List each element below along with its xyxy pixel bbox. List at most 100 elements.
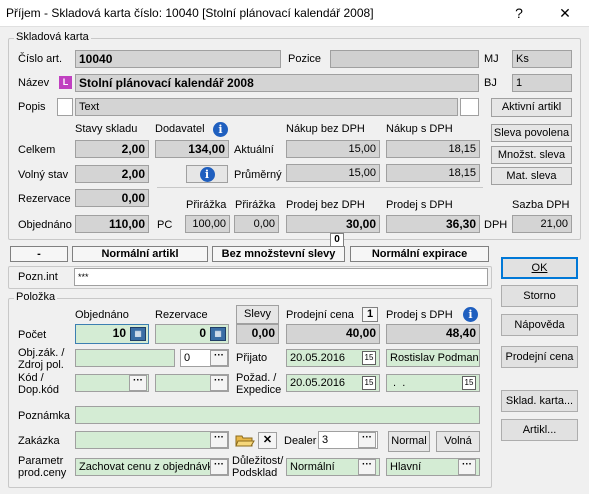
calculator-icon[interactable]: ▦ [130,327,146,341]
sazba-dph-label: Sazba DPH [512,199,570,211]
parametr-label: Parametr prod.ceny [18,455,67,479]
mj-label: MJ [484,53,499,65]
zakazka-picker-button[interactable]: ··· [210,432,228,448]
volny-stav-label: Volný stav [18,169,69,181]
dulezitost-picker-button[interactable]: ··· [358,459,376,475]
popis-field[interactable]: Text [75,98,458,116]
obj-zak-label: Obj.zák. / Zdroj pol. [18,347,65,371]
prirazka-pc-field: 100,00 [185,215,230,233]
popis-scroll[interactable] [460,98,479,116]
slevy-button[interactable]: Slevy [236,305,279,324]
item-group-title: Položka [14,291,58,303]
kod-label: Kód / Dop.kód [18,372,59,396]
nazev-label: Název [18,77,50,89]
podsklad-picker-button[interactable]: ··· [458,459,476,475]
ok-button[interactable]: OK [501,257,578,279]
close-button[interactable]: ✕ [543,0,587,27]
zakazka-label: Zakázka [18,435,60,447]
window-title: Příjem - Skladová karta číslo: 10040 [St… [6,6,374,20]
volna-button[interactable]: Volná [436,431,480,452]
prumerny-nakup-s-dph: 18,15 [386,164,480,182]
stock-card-group-title: Skladová karta [14,31,91,43]
sklad-karta-button[interactable]: Sklad. karta... [501,390,578,412]
prijal-osoba-field[interactable]: Rostislav Podmanick [386,349,480,367]
aktualni-nakup-bez-dph: 15,00 [286,140,380,158]
poznamka-field[interactable] [75,406,480,424]
kod-picker-button[interactable]: ··· [129,375,147,391]
popis-label: Popis [18,101,46,113]
prumerny-label: Průměrný [234,169,282,181]
dealer-label: Dealer [284,435,317,447]
pocet-label: Počet [18,329,47,341]
prirazka-label: Přirážka [235,199,276,211]
mj-field[interactable]: Ks [512,50,572,68]
normal-button[interactable]: Normal [388,431,430,452]
zdroj-pol-picker-button[interactable]: ··· [210,350,228,366]
pozn-int-field[interactable]: *** [74,268,488,286]
sleva-field: 0,00 [236,324,279,344]
prodejni-cena-button[interactable]: Prodejní cena [501,346,578,368]
dop-kod-picker-button[interactable]: ··· [210,375,228,391]
status-dash: - [10,246,68,262]
status-expirace: Normální expirace [350,246,489,262]
prodejni-cena-field[interactable]: 40,00 [286,324,380,344]
storno-button[interactable]: Storno [501,285,578,307]
parametr-field[interactable]: Zachovat cenu z objednávky [75,458,229,476]
prodej-s-dph-field: 36,30 [386,215,480,233]
napoveda-button[interactable]: Nápověda [501,314,578,336]
dph-label: DPH [484,219,508,231]
price-divider [157,187,483,188]
parametr-picker-button[interactable]: ··· [210,459,228,475]
pozad-expedice-label: Požad. / Expedice [236,372,282,396]
mnozst-sleva-button[interactable]: Množst. sleva [491,146,572,164]
prijato-label: Přijato [236,352,268,364]
aktivni-artikl-button[interactable]: Aktivní artikl [491,98,572,117]
bj-field[interactable]: 1 [512,74,572,92]
dodavatel-field: 134,00 [155,140,229,158]
dodavatel-label: Dodavatel [155,123,205,135]
status-count-badge: 0 [330,233,344,247]
zakazka-field[interactable] [75,431,229,449]
dealer-picker-button[interactable]: ··· [358,432,376,448]
pozice-field[interactable] [330,50,479,68]
calendar-icon[interactable]: 15 [462,376,476,390]
help-button[interactable]: ? [497,0,541,27]
rezervace-label: Rezervace [18,193,71,205]
cislo-art-field[interactable]: 10040 [75,50,281,68]
open-folder-icon[interactable] [235,432,255,448]
popis-toggle[interactable] [57,98,73,116]
calendar-icon[interactable]: 15 [362,351,376,365]
calculator-icon[interactable]: ▦ [210,327,226,341]
sleva-povolena-button[interactable]: Sleva povolena [491,124,572,142]
calendar-icon[interactable]: 15 [362,376,376,390]
bj-label: BJ [484,77,497,89]
prodej-bez-dph-label: Prodej bez DPH [286,199,365,211]
nakup-s-dph-label: Nákup s DPH [386,123,453,135]
prirazka-field: 0,00 [234,215,279,233]
artikl-button[interactable]: Artikl... [501,419,578,441]
status-sleva: Bez množstevní slevy [212,246,345,262]
supplier-info-button[interactable]: i [186,165,228,183]
item-prodej-s-dph-field: 48,40 [386,324,480,344]
rezervace-field: 0,00 [75,189,149,207]
info-icon: i [199,167,215,182]
info-icon[interactable]: i [213,122,228,137]
nakup-bez-dph-label: Nákup bez DPH [286,123,365,135]
prodejni-cena-label: Prodejní cena [286,309,354,321]
celkem-label: Celkem [18,144,56,156]
stavy-skladu-label: Stavy skladu [75,123,138,135]
mat-sleva-button[interactable]: Mat. sleva [491,167,572,185]
obj-zak-field[interactable] [75,349,175,367]
nazev-field[interactable]: Stolní plánovací kalendář 2008 [75,74,479,92]
objednano-field: 110,00 [75,215,149,233]
price-level-badge[interactable]: 1 [362,307,378,322]
cislo-art-label: Číslo art. [18,53,63,65]
clear-x-icon[interactable]: ✕ [258,432,277,449]
info-icon[interactable]: i [463,307,478,322]
item-prodej-s-dph-label: Prodej s DPH [386,309,453,321]
celkem-field: 2,00 [75,140,149,158]
status-artikl: Normální artikl [72,246,208,262]
objednano-label: Objednáno [18,219,72,231]
volny-stav-field: 2,00 [75,165,149,183]
language-flag-icon[interactable]: L [59,76,72,89]
